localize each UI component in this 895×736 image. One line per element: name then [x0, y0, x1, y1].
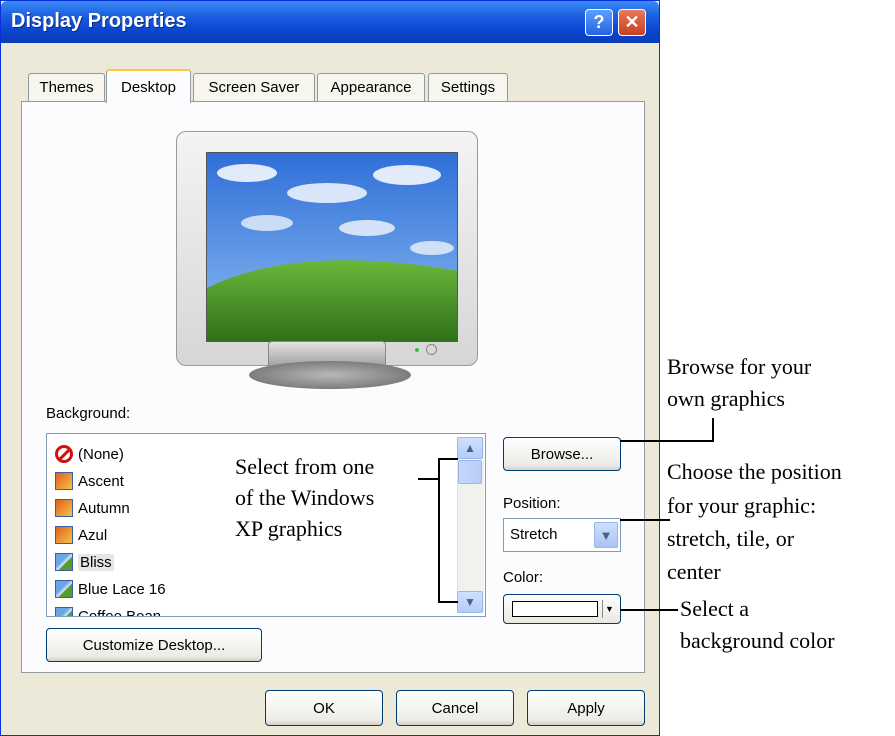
dropdown-arrow-icon: ▼ [605, 604, 614, 614]
annotation-browse-line-1: Browse for your [667, 354, 812, 379]
color-swatch [512, 601, 598, 617]
leader-line-position [620, 519, 670, 521]
list-item-blue-lace-16[interactable]: Blue Lace 16 [55, 577, 166, 601]
tab-desktop[interactable]: Desktop [106, 69, 191, 103]
annotation-select-line-3: XP graphics [235, 516, 343, 541]
power-button-icon [426, 344, 437, 355]
list-item-azul[interactable]: Azul [55, 523, 107, 547]
list-item-ascent[interactable]: Ascent [55, 469, 124, 493]
close-button[interactable]: ✕ [618, 9, 646, 36]
bliss-wallpaper-preview [207, 153, 457, 341]
list-item-label: Bliss [78, 553, 114, 571]
list-item-label: Coffee Bean [78, 607, 162, 617]
window-title: Display Properties [11, 10, 187, 32]
list-item-bliss[interactable]: Bliss [55, 550, 114, 574]
annotation-position-line-1: Choose the position [667, 459, 842, 484]
scroll-down-button[interactable]: ▼ [457, 591, 483, 613]
image-icon [55, 472, 73, 490]
tab-appearance[interactable]: Appearance [317, 73, 425, 101]
annotation-position-line-4: center [667, 559, 721, 584]
annotation-color-line-2: background color [680, 628, 835, 653]
cancel-button[interactable]: Cancel [396, 690, 514, 726]
leader-line-color [620, 609, 678, 611]
image-icon [55, 526, 73, 544]
list-item-coffee-bean[interactable]: Coffee Bean [55, 604, 162, 617]
color-label: Color: [503, 569, 544, 586]
list-item-label: Ascent [78, 472, 124, 490]
leader-bracket-top [438, 458, 458, 460]
list-item-none[interactable]: (None) [55, 442, 124, 466]
scroll-thumb[interactable] [458, 460, 482, 484]
bliss-icon [55, 607, 73, 616]
monitor-base [249, 361, 411, 389]
help-button[interactable]: ? [585, 9, 613, 36]
annotation-select-line-1: Select from one [235, 454, 375, 479]
customize-desktop-button[interactable]: Customize Desktop... [46, 628, 262, 662]
apply-button[interactable]: Apply [527, 690, 645, 726]
image-icon [55, 499, 73, 517]
bliss-icon [55, 553, 73, 571]
ok-button[interactable]: OK [265, 690, 383, 726]
leader-line-browse [620, 440, 714, 442]
chevron-down-icon[interactable]: ▼ [594, 522, 618, 548]
position-label: Position: [503, 495, 561, 512]
leader-line-select [418, 478, 438, 480]
bliss-icon [55, 580, 73, 598]
annotation-position-line-2: for your graphic: [667, 493, 817, 518]
list-item-label: Autumn [78, 499, 130, 517]
leader-line-browse-vertical [712, 418, 714, 442]
list-item-label: (None) [78, 445, 124, 463]
tab-settings[interactable]: Settings [428, 73, 508, 101]
leader-bracket-select [438, 458, 440, 603]
title-bar: Display Properties ? ✕ [1, 1, 659, 43]
annotation-browse-line-2: own graphics [667, 386, 785, 411]
scroll-up-button[interactable]: ▲ [457, 437, 483, 459]
annotation-color-line-1: Select a [680, 596, 750, 621]
tab-screen-saver[interactable]: Screen Saver [193, 73, 315, 101]
desktop-preview-screen [206, 152, 458, 342]
list-item-autumn[interactable]: Autumn [55, 496, 130, 520]
leader-bracket-bottom [438, 601, 458, 603]
divider [602, 600, 603, 618]
none-icon [55, 445, 73, 463]
list-item-label: Azul [78, 526, 108, 544]
tab-themes[interactable]: Themes [28, 73, 105, 101]
browse-button[interactable]: Browse... [503, 437, 621, 471]
annotation-position-line-3: stretch, tile, or [667, 526, 795, 551]
position-select[interactable]: Stretch ▼ [503, 518, 621, 552]
power-led [415, 348, 419, 352]
position-value: Stretch [510, 526, 558, 543]
background-label: Background: [46, 405, 131, 422]
color-picker-button[interactable]: ▼ [503, 594, 621, 624]
list-item-label: Blue Lace 16 [78, 580, 166, 598]
display-properties-window: Display Properties ? ✕ Themes Desktop Sc… [0, 0, 660, 736]
annotation-select-line-2: of the Windows [235, 485, 375, 510]
